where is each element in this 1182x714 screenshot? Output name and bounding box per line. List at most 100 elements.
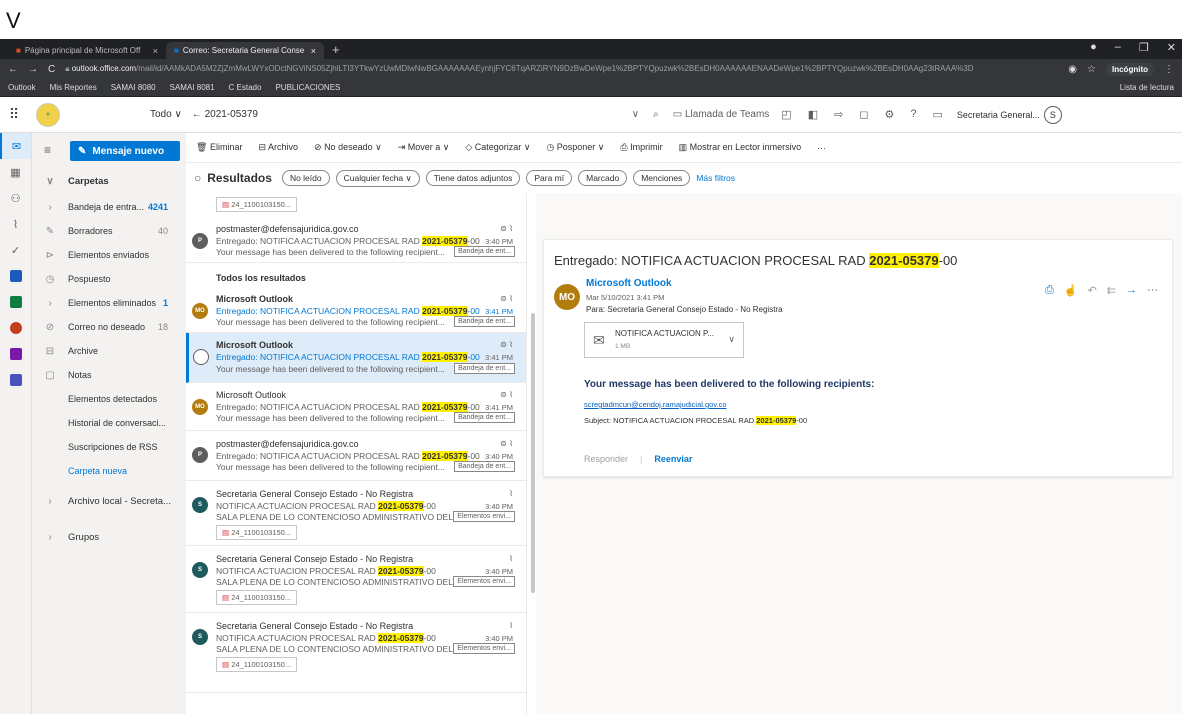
- print-icon[interactable]: ⎙: [1045, 284, 1054, 297]
- list-item[interactable]: P postmaster@defensajuridica.gov.co ⊜ ⌇ …: [186, 431, 526, 481]
- recipient-link[interactable]: scregtadmcun@cendoj.ramajudicial.gov.co: [584, 400, 727, 409]
- folders-header[interactable]: ∨ Carpetas: [32, 171, 186, 191]
- reply-all-icon[interactable]: ⇇: [1107, 284, 1116, 297]
- attachment-chip[interactable]: ▤ 24_1100103150...: [216, 525, 298, 540]
- people-icon[interactable]: ⚇: [0, 185, 31, 211]
- chat-icon[interactable]: ◰: [781, 108, 791, 121]
- forward-button[interactable]: Reenviar: [654, 454, 692, 464]
- folder-inbox[interactable]: › Bandeja de entra... 4241: [32, 197, 186, 217]
- hamburger-icon[interactable]: ≡: [44, 143, 51, 157]
- profile-dot-icon[interactable]: ●: [1090, 41, 1097, 54]
- back-icon[interactable]: ←: [8, 64, 18, 75]
- attachment-chip[interactable]: ▤ 24_1100103150...: [216, 590, 298, 605]
- close-tab-icon[interactable]: ×: [311, 46, 316, 56]
- calendar-icon[interactable]: ▦: [0, 159, 31, 185]
- mail-icon[interactable]: ✉: [0, 133, 31, 159]
- onenote-icon[interactable]: ◧: [808, 108, 818, 121]
- archive-button[interactable]: ⊟ Archivo: [258, 142, 298, 153]
- filter-unread[interactable]: No leído: [281, 170, 330, 186]
- groups-header[interactable]: › Grupos: [32, 527, 186, 547]
- folder-drafts[interactable]: ✎ Borradores 40: [32, 221, 186, 241]
- list-item-selected[interactable]: Microsoft Outlook ⊜ ⌇ Entregado: NOTIFIC…: [186, 333, 526, 383]
- minimize-icon[interactable]: –: [1115, 41, 1121, 54]
- list-item[interactable]: S Secretaria General Consejo Estado - No…: [186, 613, 526, 693]
- filter-attachments[interactable]: Tiene datos adjuntos: [425, 170, 521, 186]
- menu-icon[interactable]: ⋮: [1164, 64, 1174, 75]
- folder-deleted[interactable]: › Elementos eliminados 1: [32, 293, 186, 313]
- folder-rss[interactable]: Suscripciones de RSS: [32, 437, 186, 457]
- folder-notes[interactable]: ▢ Notas: [32, 365, 186, 385]
- help-icon[interactable]: ?: [910, 108, 916, 121]
- browser-tab-mail[interactable]: ■ Correo: Secretaria General Conse ×: [166, 42, 324, 59]
- teams-app-icon[interactable]: [0, 367, 31, 393]
- bookmark-samai-8081[interactable]: SAMAI 8081: [170, 83, 215, 92]
- url-field[interactable]: 🔒︎ outlook.office.com/mail/id/AAMkADA5M2…: [65, 64, 1058, 74]
- onenote-app-icon[interactable]: [0, 341, 31, 367]
- powerpoint-icon[interactable]: [0, 315, 31, 341]
- bookmark-c-estado[interactable]: C Estado: [229, 83, 262, 92]
- like-icon[interactable]: ☝: [1064, 284, 1078, 297]
- share-icon[interactable]: ⇨: [834, 108, 843, 121]
- list-item[interactable]: MO Microsoft Outlook ⊜ ⌇ Entregado: NOTI…: [186, 289, 526, 333]
- attachment-chip[interactable]: ▤ 24_1100103150...: [216, 657, 298, 672]
- star-icon[interactable]: ☆: [1087, 64, 1096, 75]
- bookmark-outlook[interactable]: Outlook: [8, 83, 36, 92]
- categorize-button[interactable]: ◇ Categorizar ∨: [465, 142, 530, 153]
- folder-sent[interactable]: ⊳ Elementos enviados: [32, 245, 186, 265]
- list-item[interactable]: S Secretaria General Consejo Estado - No…: [186, 546, 526, 613]
- more-filters-link[interactable]: Más filtros: [696, 173, 735, 183]
- attach-icon[interactable]: ⌇: [0, 211, 31, 237]
- list-item[interactable]: P postmaster@defensajuridica.gov.co ⊜ ⌇ …: [186, 219, 526, 263]
- chevron-down-icon[interactable]: ∨: [728, 334, 735, 345]
- filter-mentions[interactable]: Menciones: [633, 170, 691, 186]
- select-checkbox[interactable]: [193, 349, 209, 365]
- teams-call-button[interactable]: ▭ Llamada de Teams: [673, 109, 770, 120]
- search-icon[interactable]: ⌕: [653, 109, 659, 120]
- reply-button[interactable]: Responder: [584, 454, 628, 464]
- folder-snoozed[interactable]: ◷ Pospuesto: [32, 269, 186, 289]
- folder-archive[interactable]: ⊟ Archive: [32, 341, 186, 361]
- back-arrow-icon[interactable]: ←: [192, 109, 205, 120]
- gear-icon[interactable]: ⚙: [884, 108, 894, 121]
- new-mail-button[interactable]: ✎ Mensaje nuevo: [70, 141, 180, 161]
- account-button[interactable]: Secretaria General... S: [957, 105, 1062, 124]
- print-button[interactable]: ⎙ Imprimir: [620, 142, 662, 153]
- select-all-icon[interactable]: ○: [194, 171, 201, 185]
- list-item[interactable]: MO Microsoft Outlook ⊜ ⌇ Entregado: NOTI…: [186, 383, 526, 431]
- more-icon[interactable]: ···: [1147, 284, 1158, 297]
- attachment-card[interactable]: ✉ NOTIFICA ACTUACION P... 1 MB ∨: [584, 322, 744, 358]
- search-input[interactable]: ← 2021-05379: [192, 109, 632, 120]
- filter-to-me[interactable]: Para mí: [526, 170, 573, 186]
- filter-flagged[interactable]: Marcado: [578, 170, 628, 186]
- local-archive-group[interactable]: › Archivo local - Secreta...: [32, 491, 186, 511]
- bookmark-publicaciones[interactable]: PUBLICACIONES: [275, 83, 340, 92]
- chevron-down-icon[interactable]: ∨: [632, 109, 639, 120]
- forward-icon[interactable]: →: [28, 64, 38, 75]
- immersive-reader-button[interactable]: ▥ Mostrar en Lector inmersivo: [679, 142, 802, 153]
- restore-icon[interactable]: ❐: [1139, 41, 1149, 54]
- snooze-button[interactable]: ◷ Posponer ∨: [546, 142, 604, 153]
- excel-icon[interactable]: [0, 289, 31, 315]
- reply-icon[interactable]: ↶: [1088, 284, 1097, 297]
- bookmark-samai-8080[interactable]: SAMAI 8080: [111, 83, 156, 92]
- bookmark-mis-reportes[interactable]: Mis Reportes: [50, 83, 97, 92]
- attachment-chip[interactable]: ▤ 24_1100103150...: [216, 197, 298, 212]
- delete-button[interactable]: 🗑︎ Eliminar: [196, 142, 242, 153]
- new-folder-link[interactable]: Carpeta nueva: [32, 461, 186, 481]
- bell-icon[interactable]: ◻: [859, 108, 868, 121]
- hide-eye-icon[interactable]: ◉: [1068, 64, 1077, 75]
- search-scope-select[interactable]: Todo ∨: [150, 109, 182, 120]
- app-launcher-icon[interactable]: ⠿: [0, 106, 28, 123]
- todo-icon[interactable]: ✓: [0, 237, 31, 263]
- folder-history[interactable]: Historial de conversaci...: [32, 413, 186, 433]
- reload-icon[interactable]: C: [48, 64, 55, 75]
- close-tab-icon[interactable]: ×: [153, 46, 158, 56]
- word-icon[interactable]: [0, 263, 31, 289]
- reading-sender[interactable]: Microsoft Outlook: [586, 278, 672, 289]
- folder-junk[interactable]: ⊘ Correo no deseado 18: [32, 317, 186, 337]
- incognito-badge[interactable]: Incógnito: [1106, 62, 1154, 76]
- feedback-icon[interactable]: ▭: [932, 108, 942, 121]
- new-tab-button[interactable]: +: [324, 42, 348, 57]
- junk-button[interactable]: ⊘ No deseado ∨: [314, 142, 382, 153]
- reading-list-button[interactable]: Lista de lectura: [1120, 83, 1174, 92]
